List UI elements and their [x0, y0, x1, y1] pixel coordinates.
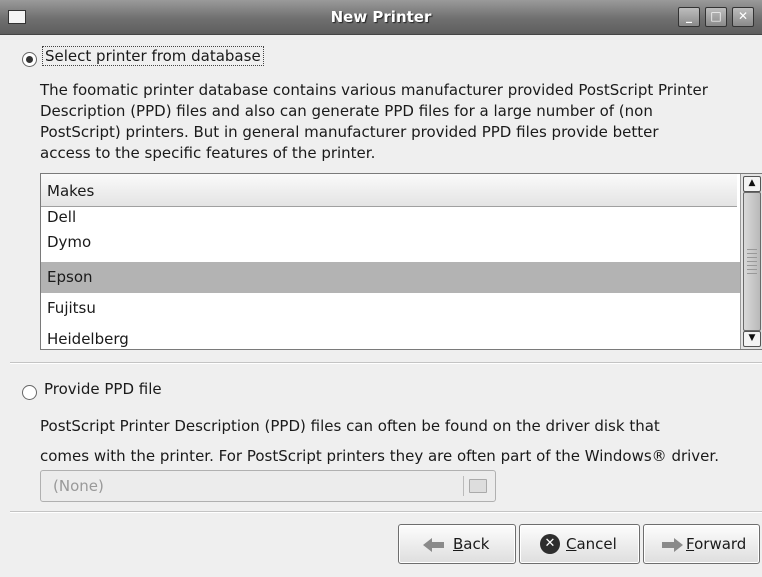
separator: [10, 511, 762, 513]
back-arrow-icon: [423, 538, 444, 552]
list-item[interactable]: Dymo: [41, 230, 740, 261]
maximize-button[interactable]: □: [705, 7, 727, 27]
ppd-description: PostScript Printer Description (PPD) fil…: [40, 417, 719, 465]
makes-list[interactable]: Makes Dell Dymo Epson Fujitsu Heidelberg…: [40, 173, 762, 350]
folder-icon: [469, 479, 487, 493]
makes-scrollbar[interactable]: ▲ ▼: [740, 174, 762, 349]
cancel-icon: ✕: [540, 534, 560, 554]
list-item[interactable]: Fujitsu: [41, 293, 740, 324]
close-button[interactable]: ✕: [732, 7, 754, 27]
file-chooser-value: (None): [53, 477, 104, 495]
database-description: The foomatic printer database contains v…: [40, 81, 708, 162]
ppd-file-radio-label[interactable]: Provide PPD file: [44, 380, 162, 398]
scroll-up-icon[interactable]: ▲: [743, 176, 761, 192]
cancel-button[interactable]: ✕ Cancel: [519, 524, 640, 564]
scrollbar-thumb[interactable]: [743, 192, 761, 331]
separator: [10, 362, 762, 364]
ppd-file-radio[interactable]: [22, 385, 37, 400]
forward-button[interactable]: Forward: [643, 524, 760, 564]
forward-arrow-icon: [662, 538, 683, 552]
ppd-file-chooser[interactable]: (None): [40, 470, 496, 502]
back-button[interactable]: Back: [398, 524, 516, 564]
database-radio-label[interactable]: Select printer from database: [42, 46, 264, 66]
window-title: New Printer: [330, 8, 432, 26]
list-item[interactable]: Heidelberg: [41, 324, 740, 349]
scroll-down-icon[interactable]: ▼: [743, 331, 761, 347]
title-bar: New Printer _ □ ✕: [0, 0, 762, 35]
list-item[interactable]: Epson: [41, 262, 740, 293]
database-radio[interactable]: [22, 52, 37, 67]
minimize-button[interactable]: _: [678, 7, 700, 27]
list-item[interactable]: Dell: [41, 202, 740, 233]
